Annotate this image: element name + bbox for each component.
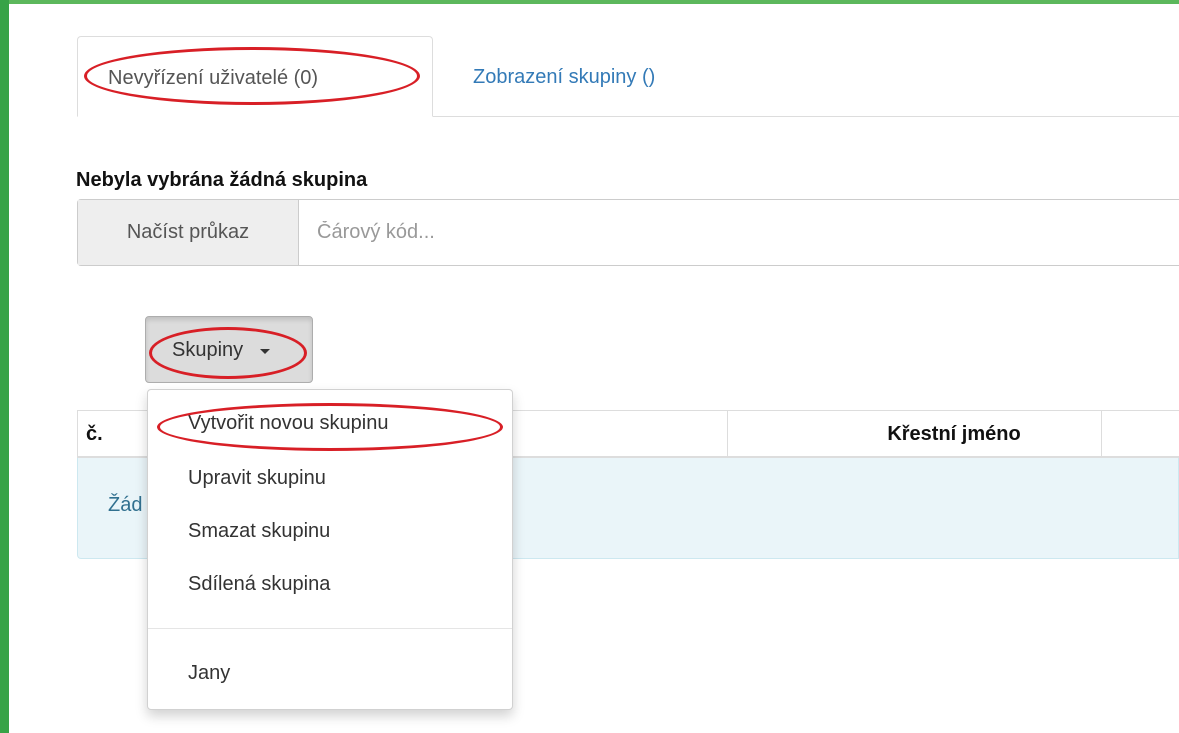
menu-item-edit-group[interactable]: Upravit skupinu [188, 467, 326, 490]
empty-table-text: Žád [108, 494, 143, 516]
barcode-input[interactable] [299, 200, 1179, 265]
tab-group-view[interactable]: Zobrazení skupiny () [473, 66, 655, 89]
column-header-number[interactable]: č. [77, 411, 152, 457]
groups-dropdown-label: Skupiny [172, 339, 244, 361]
groups-dropdown-button[interactable]: Skupiny [145, 316, 313, 383]
window-frame-left [0, 0, 9, 733]
group-status-heading: Nebyla vybrána žádná skupina [76, 169, 368, 191]
menu-divider [148, 628, 512, 629]
groups-dropdown-menu: Vytvořit novou skupinu Upravit skupinu S… [147, 389, 513, 710]
tab-pending-users[interactable]: Nevyřízení uživatelé (0) [77, 36, 433, 117]
menu-item-group-jany[interactable]: Jany [188, 662, 230, 685]
menu-item-create-group[interactable]: Vytvořit novou skupinu [188, 412, 388, 435]
column-header-first-name-label: Křestní jméno [887, 423, 1021, 445]
window-frame-top [0, 0, 1179, 4]
tab-pending-users-label: Nevyřízení uživatelé (0) [108, 67, 319, 89]
column-header-first-name[interactable]: Křestní jméno [727, 411, 1179, 457]
load-card-button[interactable]: Načíst průkaz [78, 200, 299, 265]
card-reader-input-group: Načíst průkaz [77, 199, 1179, 266]
menu-item-shared-group[interactable]: Sdílená skupina [188, 573, 330, 596]
menu-item-delete-group[interactable]: Smazat skupinu [188, 520, 330, 543]
column-divider [1101, 411, 1102, 457]
caret-down-icon [260, 349, 270, 354]
